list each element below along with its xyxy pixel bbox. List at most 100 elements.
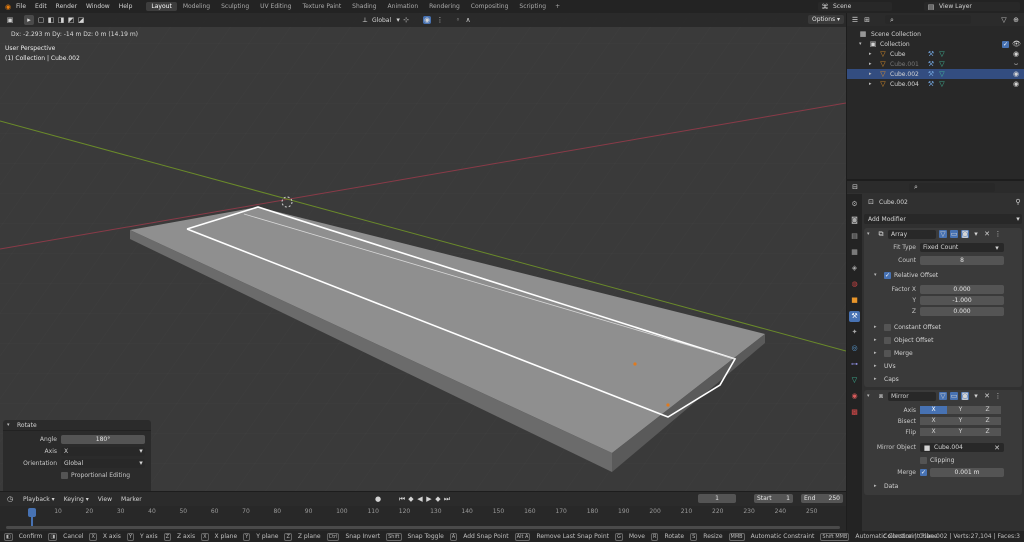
object-icon[interactable]: ■ [849, 295, 860, 306]
select-subtract-icon[interactable]: ◨ [57, 16, 65, 24]
render-icon[interactable]: ◙ [961, 230, 969, 238]
menu-edit[interactable]: Edit [35, 3, 47, 10]
view-layer-selector[interactable]: ▤ View Layer [924, 2, 1020, 11]
new-collection-icon[interactable]: ⊕ [1012, 16, 1020, 24]
menu-file[interactable]: File [16, 3, 26, 10]
constraints-icon[interactable]: ⊶ [849, 359, 860, 370]
record-icon[interactable]: ● [374, 495, 382, 503]
close-icon[interactable]: ✕ [983, 392, 991, 400]
display-mode-icon[interactable]: ⊞ [863, 16, 871, 24]
3d-viewport[interactable]: ▣ ▸ ▢ ◧ ◨ ◩ ◪ ⟂ Global ▾ ⊹ ◉ ⋮ ◦ ∧ Optio… [0, 13, 846, 491]
mirror-object-field[interactable]: ■ Cube.004 ✕ [920, 443, 1004, 452]
eye-icon[interactable]: 👁 [1012, 40, 1021, 48]
scene-icon[interactable]: ◈ [849, 263, 860, 274]
expand-icon[interactable]: ▸ [869, 61, 876, 67]
filter-icon[interactable]: ▽ [1000, 16, 1008, 24]
snap-target-icon[interactable]: ⋮ [436, 16, 444, 24]
mirror-name-field[interactable]: Mirror [888, 391, 936, 401]
chevron-down-icon[interactable]: ▾ [972, 392, 980, 400]
scene-selector[interactable]: ⌘ Scene [818, 2, 892, 11]
prev-keyframe-icon[interactable]: ◆ [407, 495, 415, 503]
world-icon[interactable]: ◍ [849, 279, 860, 290]
current-frame-field[interactable]: 1 [698, 494, 736, 503]
play-icon[interactable]: ▶ [425, 495, 433, 503]
eye-icon[interactable]: ◉ [1012, 70, 1020, 78]
factor-x-field[interactable]: 0.000 [920, 284, 1004, 294]
data-icon[interactable]: ▽ [849, 375, 860, 386]
outliner-item[interactable]: ▸ ▽ Cube.004 ⚒ ▽ ◉ [847, 79, 1024, 89]
playback-menu[interactable]: Playback ▾ [23, 496, 55, 503]
axis-x-toggle[interactable]: X [920, 406, 947, 414]
proportional-falloff-icon[interactable]: ∧ [464, 16, 472, 24]
flip-x-toggle[interactable]: X [920, 428, 947, 436]
constant-offset-checkbox[interactable] [884, 323, 891, 331]
snap-icon[interactable]: ◉ [423, 16, 431, 24]
render-icon[interactable]: ◙ [961, 392, 969, 400]
outliner-item[interactable]: ▸ ▽ Cube.002 ⚒ ▽ ◉ [847, 69, 1024, 79]
rotate-panel-header[interactable]: ▾ Rotate [3, 420, 151, 431]
properties-search[interactable]: ⌕ [909, 182, 995, 192]
mirror-merge-field[interactable]: 0.001 m [930, 467, 1004, 477]
flip-y-toggle[interactable]: Y [947, 428, 974, 436]
close-icon[interactable]: ✕ [993, 444, 1001, 452]
rotate-operator-panel[interactable]: ▾ Rotate Angle 180° Axis X ▾ Orientation… [3, 420, 151, 491]
tool-icon[interactable]: ⚙ [849, 199, 860, 210]
collapse-icon[interactable]: ▾ [867, 393, 874, 399]
collection-row[interactable]: ▾ ▣ Collection 👁 [847, 39, 1024, 49]
clipping-checkbox[interactable] [920, 456, 927, 464]
keying-menu[interactable]: Keying ▾ [64, 496, 89, 503]
caps-row[interactable]: ▸ Caps [864, 373, 1022, 385]
modifier-icon[interactable]: ⚒ [849, 311, 860, 322]
array-modifier-header[interactable]: ▾ ⧉ Array ▽ ▭ ◙ ▾ ✕ ⋮ [864, 228, 1022, 240]
tab-modeling[interactable]: Modeling [178, 2, 215, 11]
flip-z-toggle[interactable]: Z [974, 428, 1001, 436]
mirror-merge-checkbox[interactable] [920, 468, 927, 476]
eye-icon[interactable]: ◉ [1012, 80, 1020, 88]
fit-type-dropdown[interactable]: Fixed Count ▾ [920, 243, 1004, 252]
start-frame-field[interactable]: Start 1 [754, 494, 793, 503]
expand-icon[interactable]: ▸ [869, 71, 876, 77]
angle-field[interactable]: 180° [61, 434, 145, 444]
timeline-ruler[interactable]: 1102030405060708090100110120130140150160… [0, 507, 846, 517]
mirror-modifier-header[interactable]: ▾ ⧈ Mirror ▽ ▭ ◙ ▾ ✕ ⋮ [864, 390, 1022, 402]
outliner-type-icon[interactable]: ☰ [851, 16, 859, 24]
eye-closed-icon[interactable]: ⌣ [1012, 60, 1020, 68]
expand-icon[interactable]: ▸ [869, 51, 876, 57]
collapse-icon[interactable]: ▾ [867, 231, 874, 237]
chevron-down-icon[interactable]: ▾ [972, 230, 980, 238]
edit-mode-icon[interactable]: ▽ [939, 230, 947, 238]
array-name-field[interactable]: Array [888, 229, 936, 239]
transform-orientation[interactable]: ⟂ Global ▾ [357, 15, 406, 25]
play-reverse-icon[interactable]: ◀ [416, 495, 424, 503]
jump-end-icon[interactable]: ⏭ [443, 495, 451, 503]
tab-sculpting[interactable]: Sculpting [216, 2, 254, 11]
axis-dropdown[interactable]: X ▾ [61, 446, 145, 456]
tab-animation[interactable]: Animation [383, 2, 424, 11]
options-button[interactable]: Options ▾ [808, 15, 845, 24]
timeline-type-icon[interactable]: ◷ [6, 495, 14, 503]
expand-icon[interactable]: ▸ [869, 81, 876, 87]
relative-offset-checkbox[interactable] [884, 271, 891, 279]
realtime-icon[interactable]: ▭ [950, 392, 958, 400]
pin-icon[interactable]: ⚲ [1014, 198, 1022, 206]
data-row[interactable]: ▸ Data [864, 480, 1022, 492]
select-and-icon[interactable]: ◪ [77, 16, 85, 24]
eye-icon[interactable]: ◉ [1012, 50, 1020, 58]
close-icon[interactable]: ✕ [983, 230, 991, 238]
proportional-icon[interactable]: ◦ [454, 16, 462, 24]
pivot-icon[interactable]: ⊹ [402, 16, 410, 24]
particles-icon[interactable]: ✦ [849, 327, 860, 338]
select-intersect-icon[interactable]: ◧ [47, 16, 55, 24]
scene-collection-row[interactable]: ▦ Scene Collection [847, 29, 1024, 39]
bisect-x-toggle[interactable]: X [920, 417, 947, 425]
add-modifier-dropdown[interactable]: Add Modifier ▾ [864, 214, 1022, 224]
bisect-y-toggle[interactable]: Y [947, 417, 974, 425]
view-menu[interactable]: View [98, 496, 112, 503]
view-layer-icon[interactable]: ▦ [849, 247, 860, 258]
output-icon[interactable]: ▤ [849, 231, 860, 242]
material-icon[interactable]: ◉ [849, 391, 860, 402]
factor-z-field[interactable]: 0.000 [920, 306, 1004, 316]
expand-icon[interactable]: ▾ [859, 41, 866, 47]
drag-handle-icon[interactable]: ⋮ [994, 392, 1002, 400]
uvs-row[interactable]: ▸ UVs [864, 360, 1022, 372]
